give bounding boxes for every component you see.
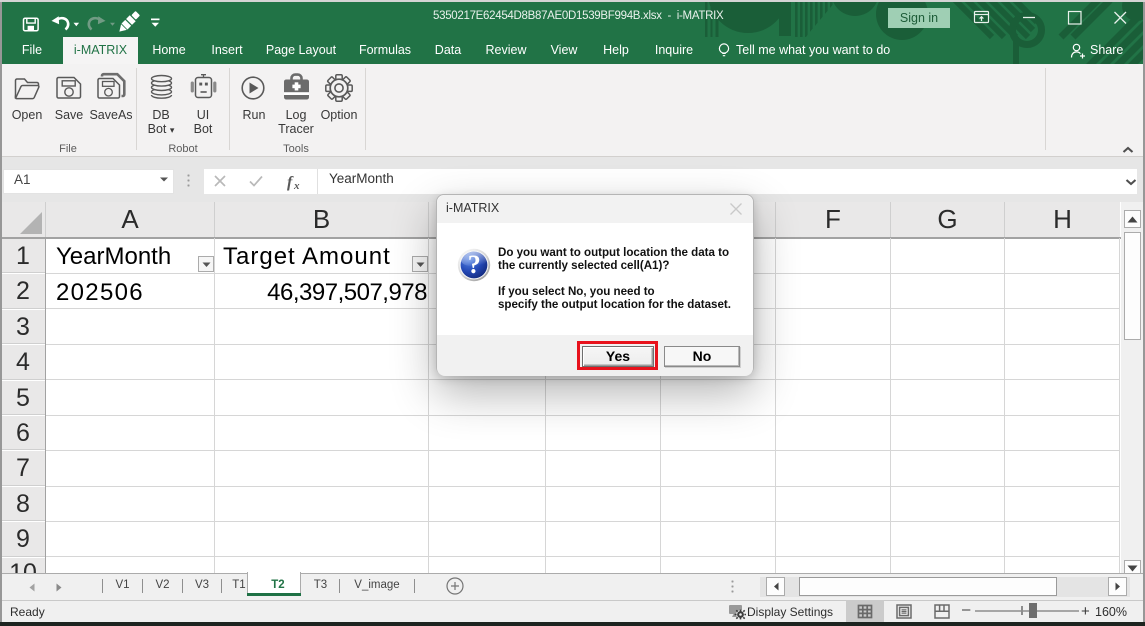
svg-text:?: ? xyxy=(468,250,481,279)
svg-text:f: f xyxy=(287,174,294,191)
svg-text:x: x xyxy=(293,180,300,192)
